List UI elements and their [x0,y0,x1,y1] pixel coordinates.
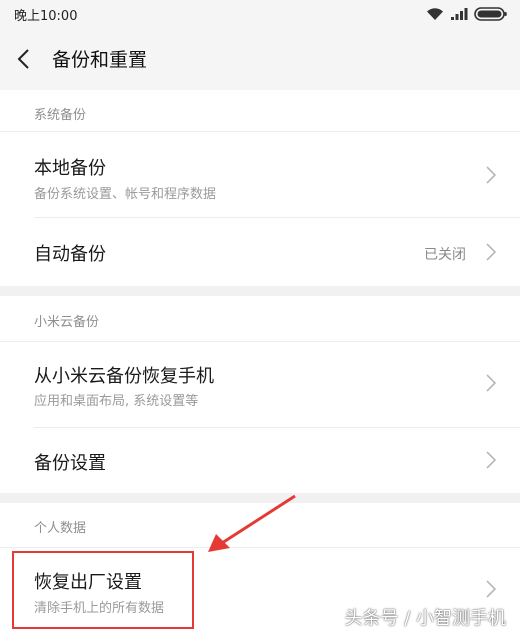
section-label: 系统备份 [34,108,87,123]
highlight-box [12,551,194,629]
status-icons [426,4,508,24]
wifi-icon [427,8,443,20]
signal-icon [451,8,468,20]
battery-icon [474,7,507,21]
chevron-right-icon [486,243,497,261]
item-title: 从小米云备份恢复手机 [34,366,214,387]
restore-from-cloud-item[interactable]: 从小米云备份恢复手机 应用和桌面布局, 系统设置等 [0,342,520,427]
chevron-left-icon[interactable] [14,47,34,71]
local-backup-item[interactable]: 本地备份 备份系统设置、帐号和程序数据 [0,132,520,217]
chevron-right-icon [486,580,497,598]
auto-backup-status: 已关闭 [424,247,466,263]
chevron-right-icon [486,451,497,469]
chevron-right-icon [486,166,497,184]
section-label: 小米云备份 [34,315,100,330]
app-header: 备份和重置 [0,28,520,90]
status-time: 晚上10:00 [14,9,78,24]
item-subtitle: 应用和桌面布局, 系统设置等 [34,394,199,409]
section-label: 个人数据 [34,521,87,536]
page-title: 备份和重置 [52,49,148,71]
item-title: 备份设置 [34,453,106,474]
status-bar: 晚上10:00 [0,0,520,28]
section-header-cloud-backup: 小米云备份 [0,296,520,341]
item-title: 自动备份 [34,244,106,265]
watermark: 头条号 / 小智测手机 [344,608,506,629]
chevron-right-icon [486,374,497,392]
item-title: 本地备份 [34,158,106,179]
section-header-system-backup: 系统备份 [0,90,520,132]
annotation-arrow [208,494,296,552]
item-subtitle: 备份系统设置、帐号和程序数据 [34,187,217,202]
backup-settings-item[interactable]: 备份设置 [0,428,520,493]
auto-backup-item[interactable]: 自动备份 已关闭 [0,218,520,286]
section-gap [0,286,520,296]
